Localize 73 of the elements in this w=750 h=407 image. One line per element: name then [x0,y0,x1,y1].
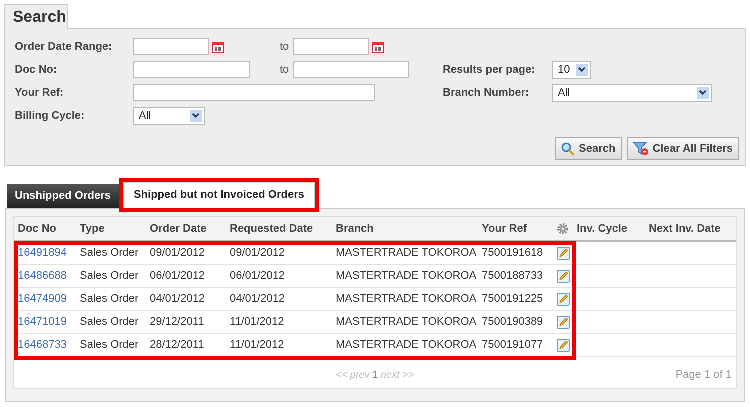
field-label: Your Ref: [15,86,65,98]
doc-number-link[interactable]: 16468733 [14,339,76,351]
column-header: Next Inv. Date [648,222,722,234]
table-cell-text: MASTERTRADE TOKOROA [335,316,478,328]
table-cell-text: 06/01/2012 [229,270,286,282]
field-label: Order Date Range: [15,40,114,52]
page-summary: Page 1 of 1 [676,369,732,381]
field-label: Results per page: [443,64,536,76]
table-cell-text: 7500191077 [481,339,544,351]
table-cell-text: MASTERTRADE TOKOROA [335,339,478,351]
table-cell-text: Sales Order [79,293,140,305]
doc-number-link[interactable]: 16474909 [14,293,76,305]
to-label: to [280,40,290,52]
table-cell-text: 04/01/2012 [229,293,286,305]
table-cell-text: MASTERTRADE TOKOROA [335,293,478,305]
table-cell-text: Sales Order [79,247,140,259]
calendar-icon[interactable] [212,40,224,52]
column-header: Type [79,222,106,234]
column-header: Doc No [17,222,58,234]
results-per-page-select[interactable]: 10 [552,60,591,78]
search-icon [561,142,575,156]
search-button[interactable]: Search [555,137,622,160]
table-cell-text: 09/01/2012 [149,247,206,259]
table-cell-text: Sales Order [79,339,140,351]
table-cell-text: 7500190389 [481,316,544,328]
column-header: Branch [335,222,375,234]
doc-number-link[interactable]: 16491894 [14,247,76,259]
table-cell-text: 04/01/2012 [149,293,206,305]
table-cell-text: 11/01/2012 [229,316,286,328]
to-label: to [280,64,290,76]
field-label: Doc No: [15,64,58,76]
column-header: Order Date [149,222,208,234]
table-cell-text: 28/12/2011 [149,339,206,351]
doc-to-field[interactable] [293,61,409,78]
edit-icon[interactable] [557,246,570,260]
column-header: Requested Date [229,222,314,234]
column-header: Inv. Cycle [576,222,629,234]
table-cell-text: 06/01/2012 [149,270,206,282]
table-cell-text: 29/12/2011 [149,316,206,328]
settings-icon[interactable] [557,222,569,234]
table-cell-text: 7500191225 [481,293,544,305]
pagination: << prev 1 next >> [336,370,414,380]
tab[interactable]: Unshipped Orders [7,184,119,208]
table-cell-text: 09/01/2012 [229,247,286,259]
dropdown-icon [576,64,588,76]
edit-icon[interactable] [557,270,570,282]
dropdown-icon [190,110,202,122]
field-label: Billing Cycle: [15,110,86,122]
table-cell-text: MASTERTRADE TOKOROA [335,270,478,282]
table-cell-text: MASTERTRADE TOKOROA [335,247,478,259]
panel-title: Search [4,4,68,29]
field-label: Branch Number: [443,86,530,98]
table-cell-text: Sales Order [79,270,140,282]
billing-cycle-select[interactable]: All [133,106,205,124]
table-cell-text: Sales Order [79,316,140,328]
branch-select[interactable]: All [552,84,712,102]
date-to-field[interactable] [293,38,369,55]
date-from-field[interactable] [133,38,209,55]
doc-from-field[interactable] [133,61,250,78]
edit-icon[interactable] [557,292,570,306]
calendar-icon[interactable] [372,40,384,52]
funnel-icon [632,142,649,156]
doc-number-link[interactable]: 16471019 [14,316,76,328]
table-cell-text: 7500188733 [481,270,544,282]
edit-icon[interactable] [557,316,570,328]
column-header: Your Ref [481,222,528,234]
table-cell-text: 11/01/2012 [229,339,286,351]
dropdown-icon [697,86,709,98]
table-cell-text: 7500191618 [481,247,544,259]
clear-filters-button[interactable]: Clear All Filters [626,137,739,160]
doc-number-link[interactable]: 16486688 [14,270,76,282]
your-ref-field[interactable] [133,84,375,101]
edit-icon[interactable] [557,338,570,352]
